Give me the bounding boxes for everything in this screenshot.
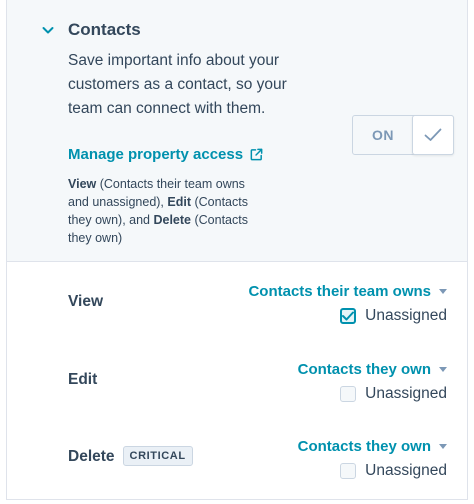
delete-unassigned-checkbox[interactable]: Unassigned <box>340 462 447 480</box>
delete-scope-dropdown[interactable]: Contacts they own <box>298 438 447 455</box>
checkbox-unchecked-icon[interactable] <box>340 386 357 402</box>
manage-property-access-link[interactable]: Manage property access <box>68 146 264 163</box>
view-scope-value: Contacts their team owns <box>248 283 431 300</box>
edit-permission-label: Edit <box>68 371 98 388</box>
caret-down-icon <box>439 444 447 449</box>
summary-delete-label: Delete <box>153 213 191 227</box>
contacts-permission-panel: Contacts Save important info about your … <box>6 0 468 500</box>
chevron-down-icon[interactable] <box>40 22 56 38</box>
external-link-icon <box>250 148 263 161</box>
critical-badge: CRITICAL <box>122 446 193 466</box>
checkmark-icon <box>424 128 442 141</box>
caret-down-icon <box>439 367 447 372</box>
delete-permission-label: Delete CRITICAL <box>68 446 193 467</box>
edit-unassigned-checkbox[interactable]: Unassigned <box>340 385 447 403</box>
contacts-access-toggle[interactable]: ON <box>352 115 454 155</box>
edit-scope-dropdown[interactable]: Contacts they own <box>298 361 447 378</box>
summary-view-label: View <box>68 177 97 191</box>
section-title: Contacts <box>68 20 141 39</box>
view-permission-label: View <box>68 293 104 310</box>
toggle-knob[interactable] <box>412 115 454 155</box>
summary-edit-label: Edit <box>167 195 191 209</box>
checkbox-unchecked-icon[interactable] <box>340 463 357 479</box>
section-description: Save important info about your customers… <box>68 52 287 117</box>
toggle-on-label: ON <box>372 127 394 143</box>
section-header: Contacts Save important info about your … <box>7 0 467 262</box>
edit-unassigned-label: Unassigned <box>365 385 447 402</box>
caret-down-icon <box>439 289 447 294</box>
delete-unassigned-label: Unassigned <box>365 462 447 479</box>
view-scope-dropdown[interactable]: Contacts their team owns <box>248 283 447 300</box>
view-unassigned-checkbox[interactable]: Unassigned <box>340 307 447 325</box>
view-unassigned-label: Unassigned <box>365 307 447 324</box>
delete-label-text: Delete <box>68 448 115 466</box>
manage-link-label: Manage property access <box>68 146 244 163</box>
permission-summary: View (Contacts their team owns and unass… <box>68 175 268 247</box>
edit-scope-value: Contacts they own <box>297 361 431 378</box>
delete-scope-value: Contacts they own <box>297 438 431 455</box>
checkbox-checked-icon[interactable] <box>340 308 357 324</box>
